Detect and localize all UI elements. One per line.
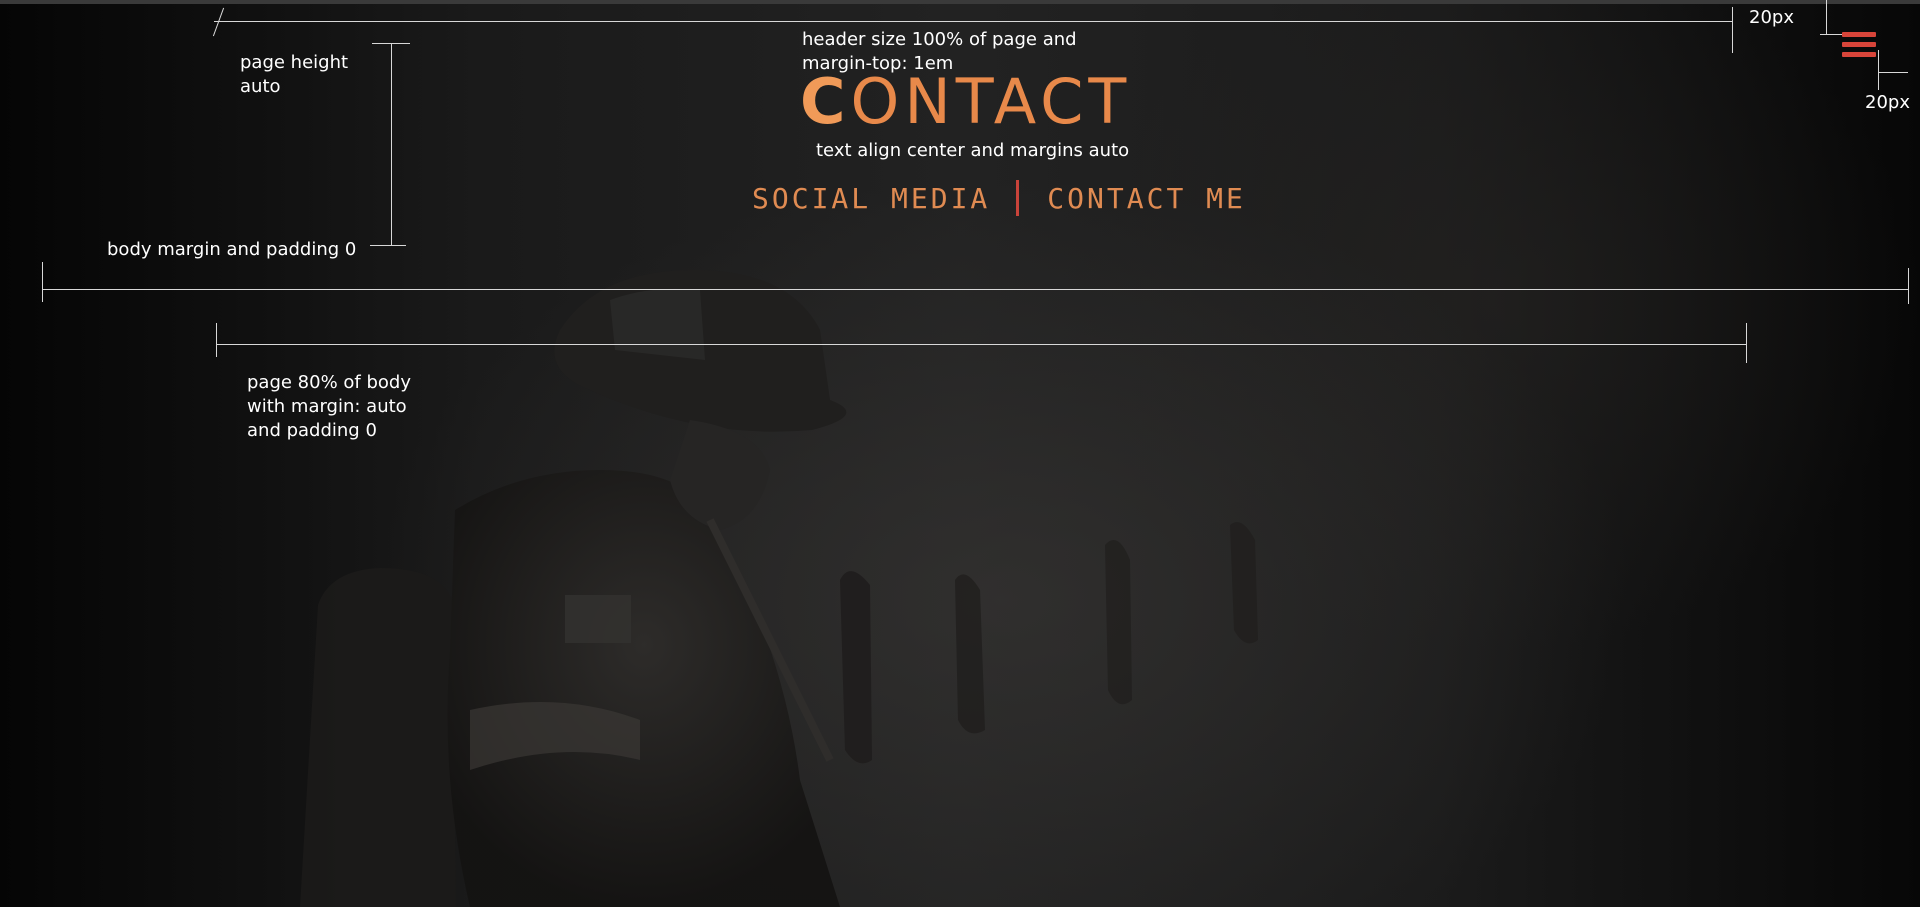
right-offset-note: 20px bbox=[1865, 92, 1910, 113]
menu-bar-middle bbox=[1842, 42, 1876, 47]
page-height-note: page height auto bbox=[240, 52, 349, 97]
page-height-guide-bottom-tick bbox=[370, 245, 406, 246]
menu-bar-bottom bbox=[1842, 52, 1876, 57]
nav-separator bbox=[1016, 180, 1020, 216]
header-width-guide bbox=[214, 21, 1732, 22]
top-offset-note: 20px bbox=[1749, 7, 1794, 28]
page-width-guide-left-tick bbox=[216, 323, 217, 357]
menu-bar-top bbox=[1842, 32, 1876, 37]
page-height-guide-top-tick bbox=[372, 43, 410, 44]
right-offset-guide bbox=[1878, 72, 1908, 73]
body-width-guide-left-tick bbox=[42, 262, 43, 302]
body-margin-note: body margin and padding 0 bbox=[107, 239, 357, 260]
header-width-guide-right-tick bbox=[1732, 7, 1733, 53]
page-title: CONTACT bbox=[800, 66, 1131, 138]
hamburger-menu-icon[interactable] bbox=[1842, 32, 1876, 62]
page-width-guide bbox=[216, 344, 1746, 345]
page-width-guide-right-tick bbox=[1746, 323, 1747, 363]
page-background: header size 100% of page and margin-top:… bbox=[0, 0, 1920, 907]
body-width-guide bbox=[42, 289, 1908, 290]
page-width-note: page 80% of body with margin: auto and p… bbox=[247, 372, 411, 441]
page-title-rest: ONTACT bbox=[850, 65, 1132, 138]
top-offset-guide-vertical bbox=[1826, 0, 1827, 34]
header-nav: SOCIAL MEDIA CONTACT ME bbox=[752, 180, 1246, 216]
nav-link-social-media[interactable]: SOCIAL MEDIA bbox=[752, 182, 990, 215]
nav-link-contact-me[interactable]: CONTACT ME bbox=[1047, 182, 1246, 215]
text-align-note: text align center and margins auto bbox=[816, 140, 1130, 161]
page-height-guide bbox=[391, 43, 392, 245]
right-offset-guide-vertical bbox=[1878, 50, 1879, 90]
page-title-initial: C bbox=[800, 65, 851, 138]
body-width-guide-right-tick bbox=[1908, 268, 1909, 304]
